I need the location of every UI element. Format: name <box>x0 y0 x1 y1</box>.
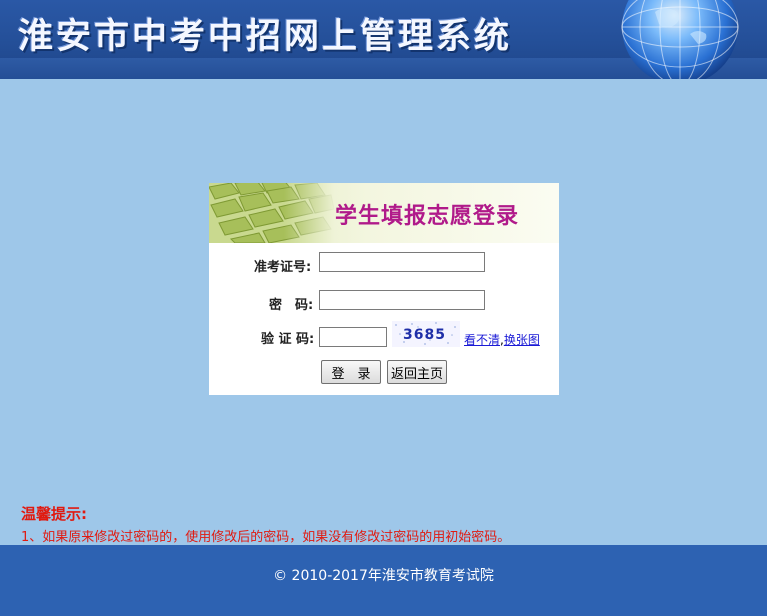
captcha-code: 3685 <box>403 327 446 343</box>
captcha-links: 看不清,换张图 <box>464 331 540 348</box>
captcha-refresh-link[interactable]: 换张图 <box>504 333 540 347</box>
back-home-button[interactable]: 返回主页 <box>387 360 447 384</box>
password-input[interactable] <box>319 290 485 310</box>
panel-banner: 学生填报志愿登录 <box>209 183 559 243</box>
globe-icon <box>600 0 767 79</box>
notice-title: 温馨提示: <box>21 505 87 523</box>
notice-item: 1、如果原来修改过密码的，使用修改后的密码，如果没有修改过密码的用初始密码。 <box>21 530 511 545</box>
captcha-unclear-link[interactable]: 看不清 <box>464 333 500 347</box>
keyboard-image <box>209 183 334 243</box>
exam-id-label: 准考证号: <box>254 260 312 275</box>
exam-id-input[interactable] <box>319 252 485 272</box>
password-label: 密 码: <box>269 298 314 313</box>
login-button[interactable]: 登 录 <box>321 360 381 384</box>
system-title: 淮安市中考中招网上管理系统 <box>18 16 513 57</box>
captcha-image[interactable]: 3685 <box>392 321 460 347</box>
login-title: 学生填报志愿登录 <box>335 204 520 229</box>
page-header: 淮安市中考中招网上管理系统 <box>0 0 767 79</box>
captcha-label: 验 证 码: <box>261 332 315 347</box>
copyright-text: © 2010-2017年淮安市教育考试院 <box>273 568 494 584</box>
page-footer: © 2010-2017年淮安市教育考试院 <box>0 545 767 616</box>
login-panel: 学生填报志愿登录 准考证号: 密 码: 验 证 码: 3685 看不清,换张图 … <box>209 183 559 395</box>
captcha-input[interactable] <box>319 327 387 347</box>
